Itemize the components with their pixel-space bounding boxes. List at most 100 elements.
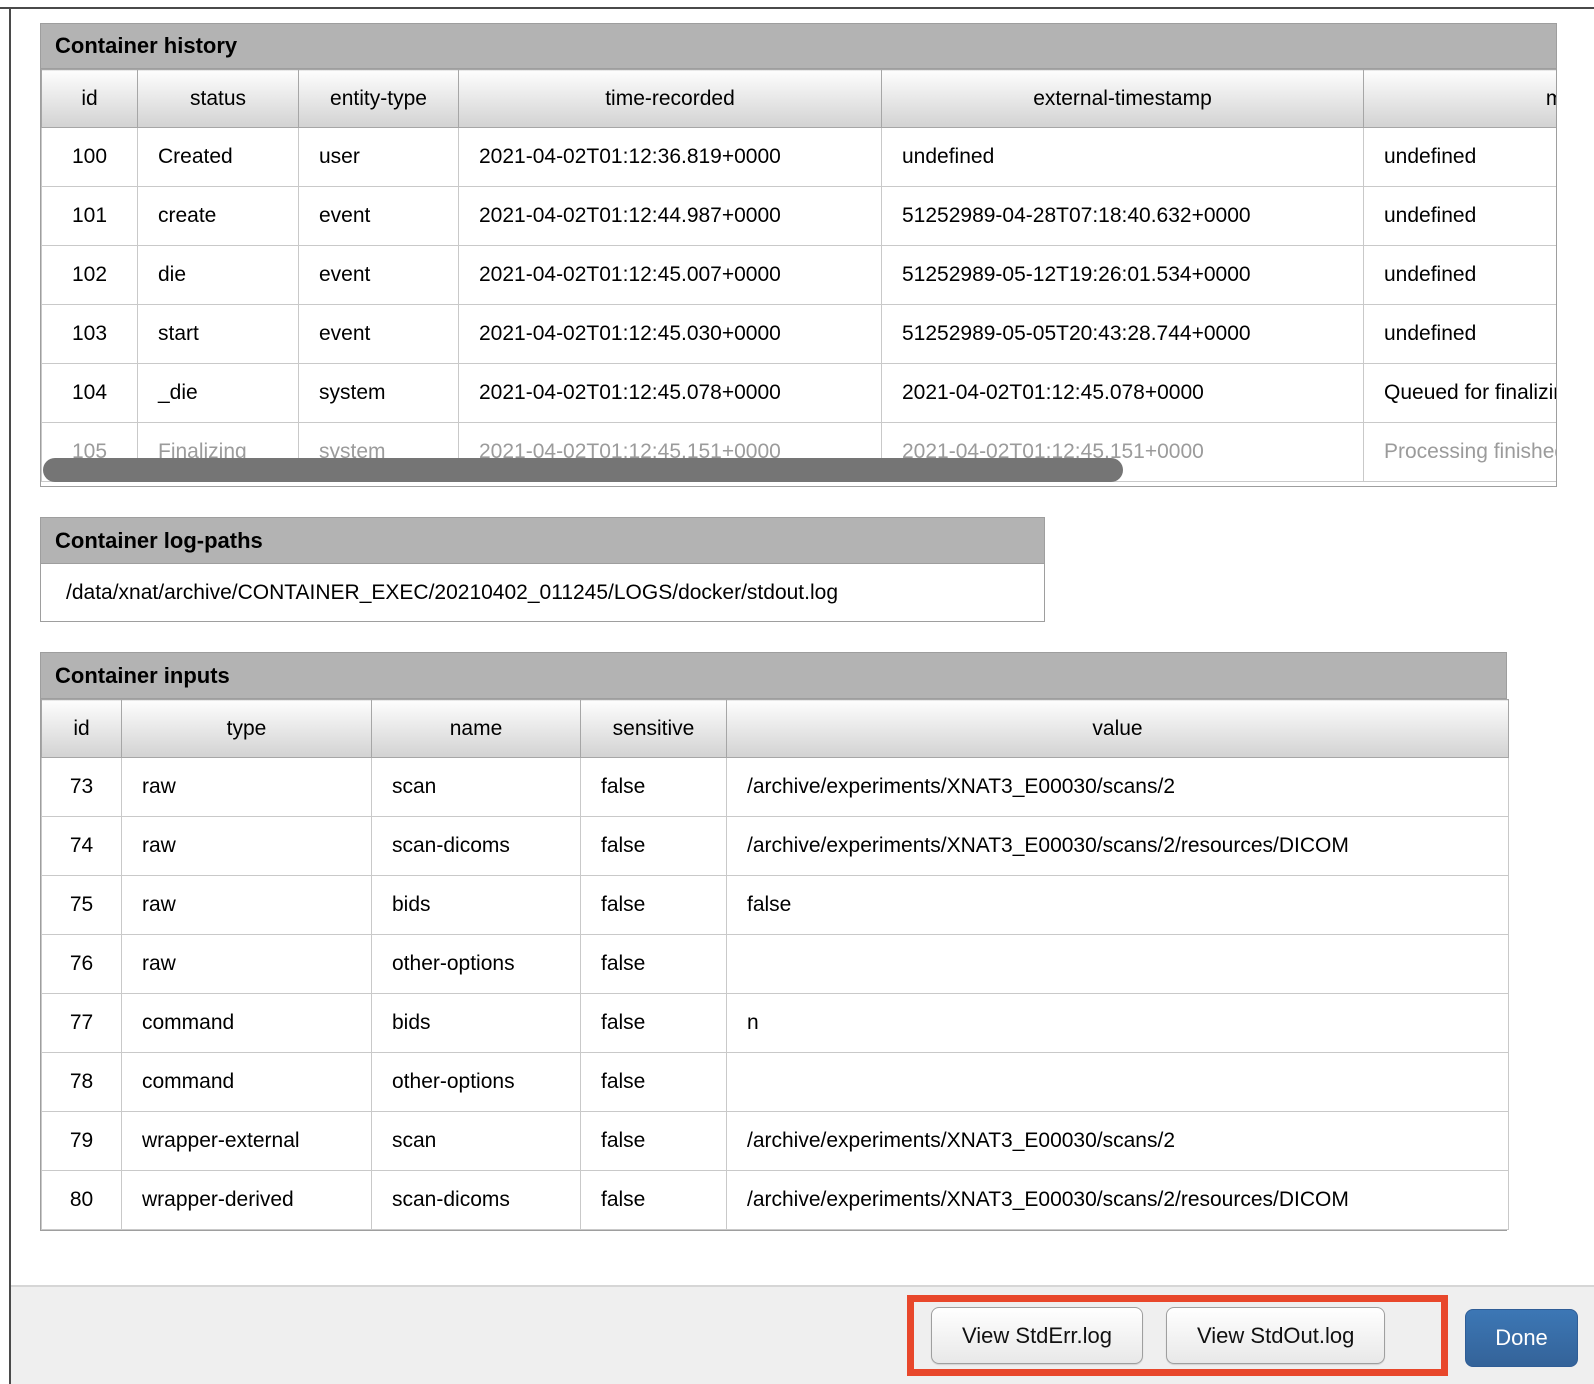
table-row: 101createevent2021-04-02T01:12:44.987+00… — [42, 187, 1557, 246]
table-cell: raw — [122, 935, 372, 994]
table-cell: 77 — [42, 994, 122, 1053]
column-header-entity-type: entity-type — [299, 70, 459, 128]
table-cell: Processing finished — [1364, 423, 1557, 482]
window-border-left — [9, 7, 11, 1384]
table-header-row: idstatusentity-typetime-recordedexternal… — [42, 70, 1557, 128]
table-cell: 2021-04-02T01:12:45.007+0000 — [459, 246, 882, 305]
container-inputs-table: idtypenamesensitivevalue73rawscanfalse/a… — [41, 699, 1509, 1230]
table-cell: 51252989-05-05T20:43:28.744+0000 — [882, 305, 1364, 364]
table-row: 74rawscan-dicomsfalse/archive/experiment… — [42, 817, 1509, 876]
table-cell: 51252989-05-12T19:26:01.534+0000 — [882, 246, 1364, 305]
table-cell: 2021-04-02T01:12:45.078+0000 — [882, 364, 1364, 423]
column-header-type: type — [122, 700, 372, 758]
table-row: 79wrapper-externalscanfalse/archive/expe… — [42, 1112, 1509, 1171]
table-cell: raw — [122, 876, 372, 935]
container-log-paths-title: Container log-paths — [41, 518, 1044, 564]
table-cell: false — [581, 1112, 727, 1171]
table-cell: 79 — [42, 1112, 122, 1171]
table-cell: scan-dicoms — [372, 817, 581, 876]
table-cell: false — [581, 876, 727, 935]
table-row: 103startevent2021-04-02T01:12:45.030+000… — [42, 305, 1557, 364]
table-cell: 74 — [42, 817, 122, 876]
table-cell: start — [138, 305, 299, 364]
table-row: 73rawscanfalse/archive/experiments/XNAT3… — [42, 758, 1509, 817]
dialog-footer: View StdErr.log View StdOut.log Done — [11, 1285, 1594, 1384]
container-history-table: idstatusentity-typetime-recordedexternal… — [41, 69, 1556, 482]
column-header-external-timestamp: external-timestamp — [882, 70, 1364, 128]
column-header-name: name — [372, 700, 581, 758]
table-header-row: idtypenamesensitivevalue — [42, 700, 1509, 758]
done-button[interactable]: Done — [1465, 1309, 1578, 1367]
table-cell: 2021-04-02T01:12:44.987+0000 — [459, 187, 882, 246]
column-header-sensitive: sensitive — [581, 700, 727, 758]
table-cell: undefined — [1364, 305, 1557, 364]
table-row: 80wrapper-derivedscan-dicomsfalse/archiv… — [42, 1171, 1509, 1230]
horizontal-scrollbar-thumb[interactable] — [43, 458, 1123, 482]
table-cell — [727, 935, 1509, 994]
table-row: 102dieevent2021-04-02T01:12:45.007+00005… — [42, 246, 1557, 305]
table-cell: event — [299, 246, 459, 305]
table-cell: 104 — [42, 364, 138, 423]
table-cell: undefined — [882, 128, 1364, 187]
log-path-value: /data/xnat/archive/CONTAINER_EXEC/202104… — [41, 564, 1044, 621]
table-cell: 103 — [42, 305, 138, 364]
table-cell: wrapper-external — [122, 1112, 372, 1171]
table-row: 78commandother-optionsfalse — [42, 1053, 1509, 1112]
table-cell: Created — [138, 128, 299, 187]
table-cell — [727, 1053, 1509, 1112]
table-row: 76rawother-optionsfalse — [42, 935, 1509, 994]
column-header-id: id — [42, 700, 122, 758]
table-cell: false — [581, 935, 727, 994]
window-border-top — [0, 7, 1594, 9]
table-row: 104_diesystem2021-04-02T01:12:45.078+000… — [42, 364, 1557, 423]
table-cell: _die — [138, 364, 299, 423]
table-cell: 101 — [42, 187, 138, 246]
attention-highlight-box: View StdErr.log View StdOut.log — [907, 1295, 1448, 1376]
table-cell: raw — [122, 817, 372, 876]
table-row: 77commandbidsfalsen — [42, 994, 1509, 1053]
view-stderr-button[interactable]: View StdErr.log — [931, 1307, 1143, 1364]
table-cell: n — [727, 994, 1509, 1053]
table-cell: /archive/experiments/XNAT3_E00030/scans/… — [727, 817, 1509, 876]
table-cell: /archive/experiments/XNAT3_E00030/scans/… — [727, 1112, 1509, 1171]
table-cell: /archive/experiments/XNAT3_E00030/scans/… — [727, 758, 1509, 817]
table-cell: create — [138, 187, 299, 246]
container-history-title: Container history — [41, 24, 1556, 69]
table-cell: 76 — [42, 935, 122, 994]
column-header-value: value — [727, 700, 1509, 758]
table-cell: 100 — [42, 128, 138, 187]
table-cell: scan-dicoms — [372, 1171, 581, 1230]
column-header-time-recorded: time-recorded — [459, 70, 882, 128]
table-cell: user — [299, 128, 459, 187]
table-cell: die — [138, 246, 299, 305]
table-cell: other-options — [372, 1053, 581, 1112]
table-cell: 51252989-04-28T07:18:40.632+0000 — [882, 187, 1364, 246]
table-cell: Queued for finalizing — [1364, 364, 1557, 423]
table-cell: 80 — [42, 1171, 122, 1230]
table-cell: system — [299, 364, 459, 423]
table-cell: raw — [122, 758, 372, 817]
view-stdout-button[interactable]: View StdOut.log — [1166, 1307, 1385, 1364]
table-cell: command — [122, 1053, 372, 1112]
table-cell: undefined — [1364, 187, 1557, 246]
table-cell: false — [581, 1053, 727, 1112]
table-cell: scan — [372, 758, 581, 817]
table-cell: scan — [372, 1112, 581, 1171]
container-inputs-title: Container inputs — [41, 653, 1506, 699]
container-log-paths-panel: Container log-paths /data/xnat/archive/C… — [40, 517, 1045, 622]
table-cell: other-options — [372, 935, 581, 994]
table-cell: 2021-04-02T01:12:45.078+0000 — [459, 364, 882, 423]
table-cell: 2021-04-02T01:12:36.819+0000 — [459, 128, 882, 187]
table-cell: false — [581, 1171, 727, 1230]
table-cell: 102 — [42, 246, 138, 305]
history-scroll-area[interactable]: idstatusentity-typetime-recordedexternal… — [41, 69, 1556, 486]
table-cell: bids — [372, 994, 581, 1053]
table-cell: 78 — [42, 1053, 122, 1112]
table-cell: false — [581, 994, 727, 1053]
table-cell: 2021-04-02T01:12:45.030+0000 — [459, 305, 882, 364]
table-row: 75rawbidsfalsefalse — [42, 876, 1509, 935]
table-cell: wrapper-derived — [122, 1171, 372, 1230]
table-cell: 75 — [42, 876, 122, 935]
table-cell: undefined — [1364, 246, 1557, 305]
column-header-id: id — [42, 70, 138, 128]
